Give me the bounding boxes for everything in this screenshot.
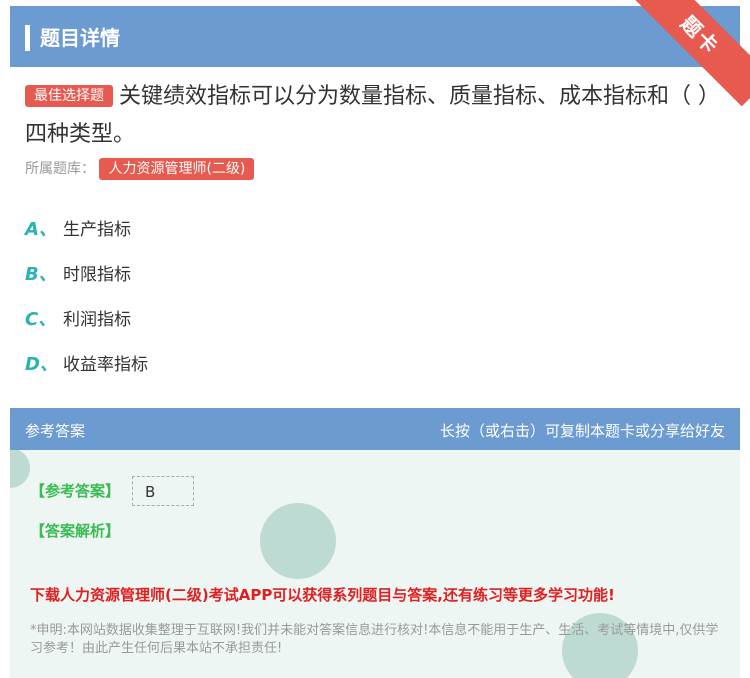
answer-header-title: 参考答案	[25, 422, 86, 440]
question-source: 所属题库： 人力资源管理师(二级)	[25, 158, 255, 180]
app-download-promo[interactable]: 下载人力资源管理师(二级)考试APP可以获得系列题目与答案,还有练习等更多学习功…	[30, 584, 615, 605]
reference-answer-label: 【参考答案】	[30, 482, 121, 500]
question-type-badge: 最佳选择题	[25, 85, 113, 107]
option-b[interactable]: B、 时限指标	[25, 250, 148, 295]
watermark-logo	[10, 448, 30, 488]
reference-answer-value[interactable]: B	[132, 476, 194, 506]
header-bar: 题目详情	[10, 6, 740, 67]
option-c[interactable]: C、 利润指标	[25, 295, 148, 340]
page-title: 题目详情	[40, 26, 120, 50]
option-text: 时限指标	[63, 265, 131, 285]
option-text: 收益率指标	[63, 355, 148, 375]
answer-panel: 参考答案 长按（或右击）可复制本题卡或分享给好友 【参考答案】 B 【答案解析】…	[10, 408, 740, 678]
option-a[interactable]: A、 生产指标	[25, 205, 148, 250]
option-letter: C、	[25, 308, 57, 330]
answer-analysis-label: 【答案解析】	[30, 522, 121, 540]
watermark-logo	[260, 503, 336, 579]
option-letter: D、	[25, 353, 58, 375]
header-accent-bar	[25, 25, 30, 51]
option-letter: A、	[25, 218, 57, 240]
option-d[interactable]: D、 收益率指标	[25, 340, 148, 385]
source-bank-badge[interactable]: 人力资源管理师(二级)	[99, 158, 255, 180]
option-list: A、 生产指标 B、 时限指标 C、 利润指标 D、 收益率指标	[25, 205, 148, 385]
question-stem: 最佳选择题 关键绩效指标可以分为数量指标、质量指标、成本指标和（ ）四种类型。	[25, 78, 725, 154]
share-hint: 长按（或右击）可复制本题卡或分享给好友	[439, 422, 725, 440]
question-text: 关键绩效指标可以分为数量指标、质量指标、成本指标和（ ）四种类型。	[25, 84, 720, 147]
answer-header: 参考答案 长按（或右击）可复制本题卡或分享给好友	[10, 408, 740, 450]
option-text: 利润指标	[63, 310, 131, 330]
disclaimer-text: *申明:本网站数据收集整理于互联网!我们并未能对答案信息进行核对!本信息不能用于…	[30, 623, 719, 656]
option-letter: B、	[25, 263, 57, 285]
option-text: 生产指标	[63, 220, 131, 240]
source-label: 所属题库：	[25, 161, 95, 177]
